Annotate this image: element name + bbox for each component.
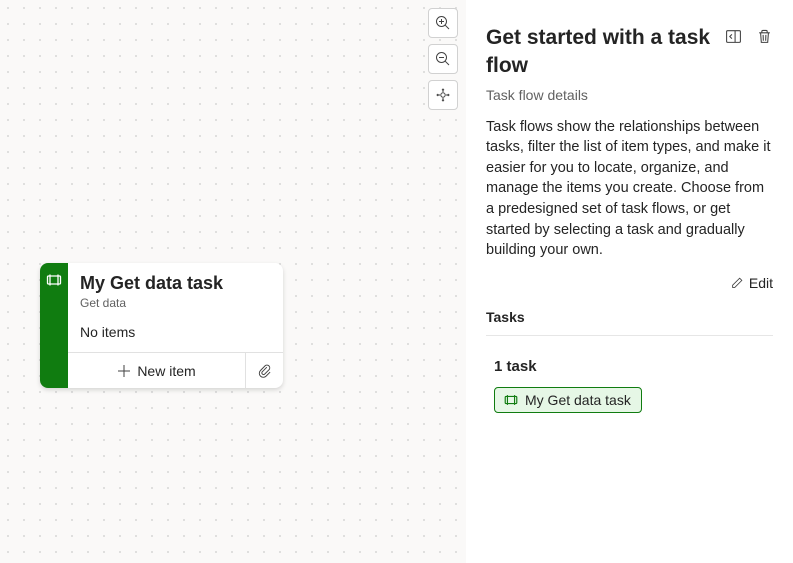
paperclip-icon [257,363,272,378]
new-item-button[interactable]: New item [68,363,245,379]
flow-canvas[interactable]: My Get data task Get data No items New i… [0,0,466,563]
zoom-out-button[interactable] [428,44,458,74]
task-card-title: My Get data task [80,273,271,294]
tasks-section-heading: Tasks [486,309,773,336]
delete-button[interactable] [756,28,773,45]
panel-expand-button[interactable] [725,28,742,45]
attach-item-button[interactable] [245,353,283,388]
expand-panel-icon [725,28,742,45]
panel-description: Task flows show the relationships betwee… [486,117,773,261]
task-chip-label: My Get data task [525,392,631,408]
task-card-items-text: No items [80,324,271,340]
edit-label: Edit [749,275,773,291]
details-panel: Get started with a task flow Task flow d… [466,0,793,563]
panel-subtitle: Task flow details [486,87,773,103]
pencil-icon [730,276,744,290]
zoom-controls [428,8,458,110]
task-card-stripe [40,263,68,388]
zoom-fit-button[interactable] [428,80,458,110]
fit-icon [435,87,451,103]
plus-icon [117,364,131,378]
task-card-body: My Get data task Get data No items New i… [68,263,283,388]
task-chip[interactable]: My Get data task [494,387,642,413]
trash-icon [756,28,773,45]
zoom-in-button[interactable] [428,8,458,38]
edit-button[interactable]: Edit [486,275,773,309]
new-item-label: New item [137,363,195,379]
task-type-icon [45,271,63,289]
task-card[interactable]: My Get data task Get data No items New i… [40,263,283,388]
zoom-in-icon [435,15,451,31]
zoom-out-icon [435,51,451,67]
tasks-count-label: 1 task [494,358,773,375]
task-card-footer: New item [68,352,283,388]
task-type-icon [503,392,519,408]
task-card-subtitle: Get data [80,296,271,310]
panel-title: Get started with a task flow [486,24,725,81]
